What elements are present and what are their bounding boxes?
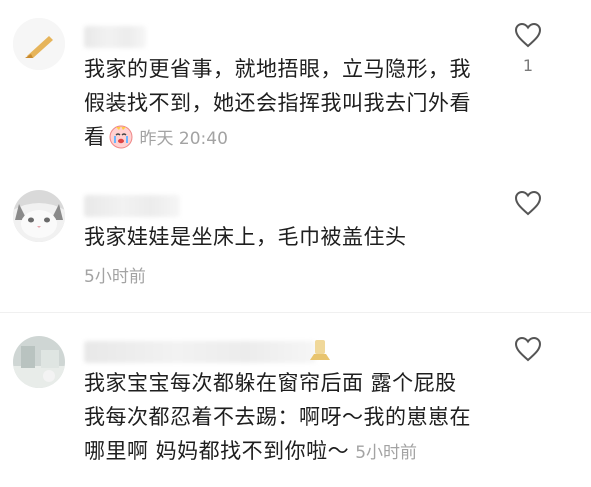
comment-line: 我每次都忍着不去踢：啊呀～我的崽崽在 (84, 405, 471, 429)
username-blurred[interactable] (84, 195, 180, 217)
comment-line: 假装找不到，她还会指挥我叫我去门外看 (84, 91, 471, 115)
comment-line: 我家娃娃是坐床上，毛巾被盖住头 (84, 225, 407, 249)
badge-icon (306, 338, 334, 362)
comment-line: 哪里啊 妈妈都找不到你啦～ 5小时前 (84, 439, 418, 463)
comment-line: 我家的更省事，就地捂眼，立马隐形，我 (84, 57, 471, 81)
avatar[interactable] (13, 18, 65, 70)
like-button[interactable] (508, 190, 548, 216)
comment-line: 我家宝宝每次都躲在窗帘后面 露个屁股 (84, 371, 457, 395)
comment-timestamp: 5小时前 (84, 267, 146, 287)
comment-line: 看 昨天 20:40 (84, 123, 228, 149)
heart-outline-icon (514, 22, 542, 48)
comment-text: 我家娃娃是坐床上，毛巾被盖住头 (84, 220, 504, 254)
like-count: 1 (522, 56, 534, 75)
heart-outline-icon (514, 336, 542, 362)
avatar[interactable] (13, 336, 65, 388)
username-blurred[interactable] (84, 341, 316, 363)
comment-timestamp: 昨天 20:40 (139, 129, 228, 149)
heart-outline-icon (514, 190, 542, 216)
username-blurred[interactable] (84, 26, 146, 48)
like-button[interactable] (508, 336, 548, 362)
like-button[interactable]: 1 (508, 22, 548, 75)
comment-text: 我家的更省事，就地捂眼，立马隐形，我 假装找不到，她还会指挥我叫我去门外看 看 … (84, 52, 504, 156)
crying-face-emoji (108, 123, 134, 149)
avatar[interactable] (13, 190, 65, 242)
comment-text: 我家宝宝每次都躲在窗帘后面 露个屁股 我每次都忍着不去踢：啊呀～我的崽崽在 哪里… (84, 366, 504, 470)
divider (0, 312, 591, 313)
comment-timestamp: 5小时前 (355, 443, 418, 463)
